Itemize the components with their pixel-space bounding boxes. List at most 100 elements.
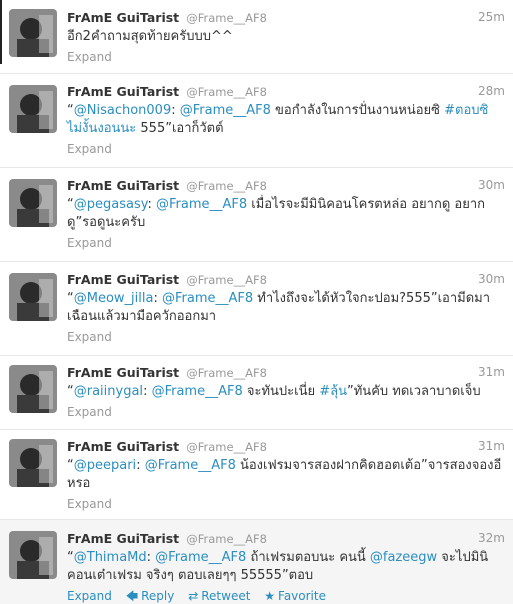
mention-link[interactable]: @fazeegw [370, 550, 437, 565]
tweet-text-segment: ขอกำลังในการปั่นงานหน่อยซิ [270, 103, 445, 118]
tweet-text: “@Nisachon009: @Frame__AF8 ขอกำลังในการป… [67, 102, 505, 138]
tweet-text: “@raiinygal: @Frame__AF8 จะทันปะเนี่ย #ล… [67, 383, 505, 401]
tweet-text: “@Meow_jilla: @Frame__AF8 ทำไงถึงจะได้หั… [67, 290, 505, 326]
tweet-timestamp[interactable]: 31m [478, 438, 505, 454]
author-handle[interactable]: @Frame__AF8 [186, 273, 267, 287]
mention-link[interactable]: @ThimaMd [74, 550, 147, 565]
star-icon: ★ [264, 589, 276, 603]
tweet[interactable]: FrAmE GuiTarist @Frame__AF8 31m “@peepar… [0, 430, 513, 520]
mention-link[interactable]: @Frame__AF8 [155, 550, 246, 565]
tweet-text-segment: ถ้าเฟรมตอบนะ คนนี้ [246, 550, 370, 565]
expand-link[interactable]: Expand [67, 142, 112, 156]
avatar[interactable] [9, 365, 57, 413]
tweet-text-segment: : [147, 197, 156, 212]
timeline: FrAmE GuiTarist @Frame__AF8 25m อีก2คำถา… [0, 0, 513, 604]
author-name[interactable]: FrAmE GuiTarist [67, 439, 179, 454]
avatar[interactable] [9, 531, 57, 579]
mention-link[interactable]: #ตอบซิ [444, 103, 488, 118]
avatar-photo [9, 179, 57, 227]
avatar-photo [9, 439, 57, 487]
tweet-text-segment: : [136, 458, 145, 473]
tweet[interactable]: FrAmE GuiTarist @Frame__AF8 28m “@Nisach… [0, 74, 513, 168]
mention-link[interactable]: @Frame__AF8 [162, 291, 253, 306]
author-handle[interactable]: @Frame__AF8 [186, 179, 267, 193]
author-handle[interactable]: @Frame__AF8 [186, 11, 267, 25]
author-name[interactable]: FrAmE GuiTarist [67, 531, 179, 546]
tweet-text-segment: “ [67, 103, 74, 118]
mention-link[interactable]: @Frame__AF8 [156, 197, 247, 212]
author-handle[interactable]: @Frame__AF8 [186, 366, 267, 380]
tweet-text-segment: “ [67, 197, 74, 212]
author-handle[interactable]: @Frame__AF8 [186, 532, 267, 546]
tweet-timestamp[interactable]: 32m [478, 530, 505, 546]
mention-link[interactable]: @Frame__AF8 [152, 384, 243, 399]
retweet-icon: ⇄ [188, 589, 199, 603]
expand-link[interactable]: Expand [67, 405, 112, 419]
mention-link[interactable]: @raiinygal [74, 384, 143, 399]
mention-link[interactable]: @Frame__AF8 [180, 103, 271, 118]
tweet-text-segment: : [143, 384, 152, 399]
reply-button[interactable]: 🡄 Reply [126, 589, 175, 603]
avatar[interactable] [9, 179, 57, 227]
expand-link[interactable]: Expand [67, 236, 112, 250]
avatar[interactable] [9, 439, 57, 487]
mention-link[interactable]: @Nisachon009 [74, 103, 171, 118]
mention-link[interactable]: @Frame__AF8 [145, 458, 236, 473]
reply-icon: 🡄 [125, 589, 139, 603]
author-handle[interactable]: @Frame__AF8 [186, 85, 267, 99]
expand-link[interactable]: Expand [67, 497, 112, 511]
tweet-timestamp[interactable]: 30m [478, 271, 505, 287]
tweet-text-segment: อีก2คำถามสุดท้ายครับบบ^^ [67, 29, 233, 44]
avatar[interactable] [9, 9, 57, 57]
favorite-button[interactable]: ★ Favorite [264, 589, 326, 603]
tweet[interactable]: FrAmE GuiTarist @Frame__AF8 30m “@pegasa… [0, 168, 513, 262]
tweet[interactable]: FrAmE GuiTarist @Frame__AF8 25m อีก2คำถา… [0, 0, 513, 74]
avatar-photo [9, 531, 57, 579]
expand-link[interactable]: Expand [67, 589, 112, 603]
favorite-label: Favorite [278, 589, 326, 603]
tweet-text-segment: : [153, 291, 162, 306]
expand-link[interactable]: Expand [67, 330, 112, 344]
avatar-photo [9, 365, 57, 413]
tweet-hovered[interactable]: FrAmE GuiTarist @Frame__AF8 32m “@ThimaM… [0, 520, 513, 604]
tweet-text-segment: “ [67, 550, 74, 565]
tweet-text-segment: : [146, 550, 156, 565]
tweet-text-segment: “ [67, 458, 74, 473]
avatar-photo [9, 9, 57, 57]
author-name[interactable]: FrAmE GuiTarist [67, 84, 179, 99]
author-handle[interactable]: @Frame__AF8 [186, 440, 267, 454]
avatar[interactable] [9, 85, 57, 133]
mention-link[interactable]: @peepari [74, 458, 136, 473]
tweet-text: “@peepari: @Frame__AF8 น้องเฟรมจารสองฝาก… [67, 457, 505, 493]
retweet-label: Retweet [201, 589, 251, 603]
tweet[interactable]: FrAmE GuiTarist @Frame__AF8 31m “@raiiny… [0, 356, 513, 430]
avatar-photo [9, 273, 57, 321]
tweet-text-segment: “ [67, 384, 74, 399]
tweet-timestamp[interactable]: 28m [478, 83, 505, 99]
retweet-button[interactable]: ⇄ Retweet [188, 589, 250, 603]
tweet-text-segment: ”ทันคับ ทดเวลาบาดเจ็บ [347, 384, 481, 399]
tweet-text: อีก2คำถามสุดท้ายครับบบ^^ [67, 28, 505, 46]
mention-link[interactable]: #ลุ้น [319, 384, 347, 399]
avatar-photo [9, 85, 57, 133]
avatar[interactable] [9, 273, 57, 321]
tweet-text: “@pegasasy: @Frame__AF8 เมื่อไรจะมีมินิค… [67, 196, 505, 232]
author-name[interactable]: FrAmE GuiTarist [67, 365, 179, 380]
mention-link[interactable]: ไม่งั้นงอนนะ [67, 121, 136, 136]
tweet-text-segment: “ [67, 291, 74, 306]
tweet[interactable]: FrAmE GuiTarist @Frame__AF8 30m “@Meow_j… [0, 262, 513, 356]
tweet-text: “@ThimaMd: @Frame__AF8 ถ้าเฟรมตอบนะ คนนี… [67, 549, 505, 585]
tweet-timestamp[interactable]: 25m [478, 9, 505, 25]
tweet-text-segment: 555”เอาก็วัตต์ [136, 121, 224, 136]
tweet-text-segment: : [171, 103, 180, 118]
mention-link[interactable]: @pegasasy [74, 197, 148, 212]
tweet-text-segment: จะทันปะเนี่ย [242, 384, 320, 399]
tweet-timestamp[interactable]: 31m [478, 364, 505, 380]
expand-link[interactable]: Expand [67, 50, 112, 64]
author-name[interactable]: FrAmE GuiTarist [67, 10, 179, 25]
reply-label: Reply [141, 589, 175, 603]
author-name[interactable]: FrAmE GuiTarist [67, 178, 179, 193]
mention-link[interactable]: @Meow_jilla [74, 291, 154, 306]
tweet-timestamp[interactable]: 30m [478, 177, 505, 193]
author-name[interactable]: FrAmE GuiTarist [67, 272, 179, 287]
